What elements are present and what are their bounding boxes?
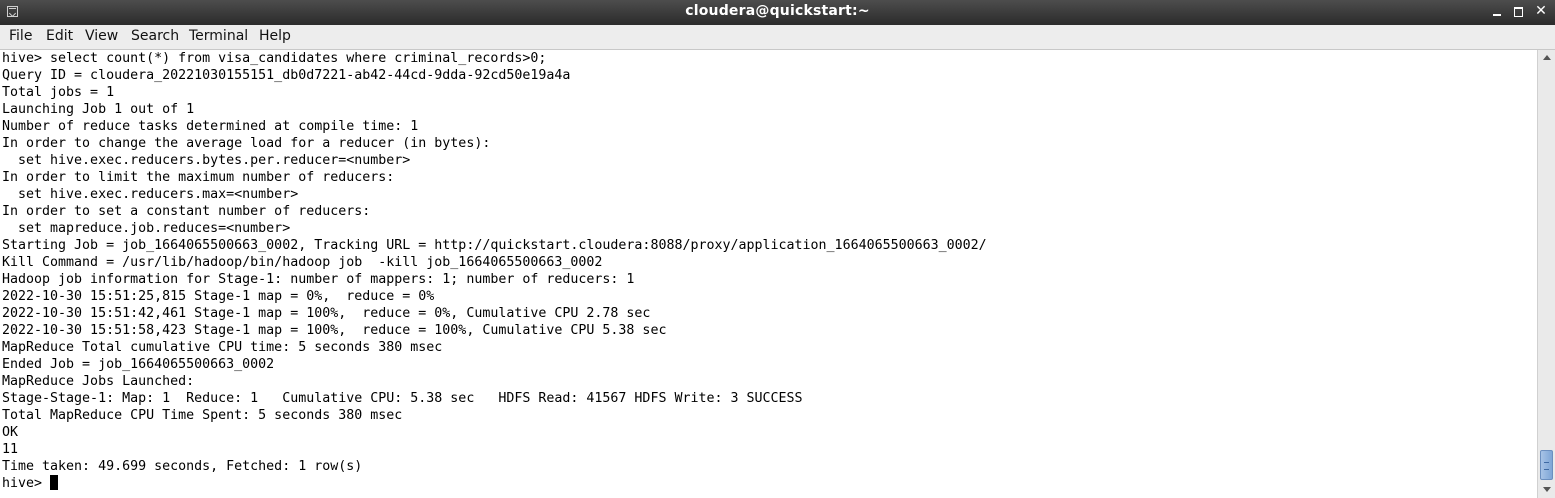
terminal-line: MapReduce Total cumulative CPU time: 5 s… bbox=[2, 340, 443, 355]
terminal-line: 2022-10-30 15:51:25,815 Stage-1 map = 0%… bbox=[2, 289, 435, 304]
prompt-line[interactable]: hive> bbox=[2, 475, 1537, 492]
terminal-line: 2022-10-30 15:51:42,461 Stage-1 map = 10… bbox=[2, 306, 651, 321]
terminal-line: In order to change the average load for … bbox=[2, 136, 491, 151]
menu-file[interactable]: File bbox=[9, 28, 32, 44]
terminal-line: Ended Job = job_1664065500663_0002 bbox=[2, 357, 275, 372]
vertical-scrollbar[interactable] bbox=[1537, 50, 1555, 498]
terminal-line: set mapreduce.job.reduces=<number> bbox=[2, 221, 291, 236]
terminal-line: Launching Job 1 out of 1 bbox=[2, 102, 195, 117]
terminal-line: Starting Job = job_1664065500663_0002, T… bbox=[2, 238, 987, 253]
terminal-line: set hive.exec.reducers.max=<number> bbox=[2, 187, 299, 202]
minimize-icon[interactable] bbox=[1490, 4, 1504, 18]
terminal-line: Total jobs = 1 bbox=[2, 85, 115, 100]
menu-edit[interactable]: Edit bbox=[46, 28, 73, 44]
close-icon[interactable]: ✕ bbox=[1534, 4, 1548, 18]
terminal-window: cloudera@quickstart:~ ✕ File Edit View S… bbox=[0, 0, 1555, 498]
window-title: cloudera@quickstart:~ bbox=[685, 3, 870, 19]
terminal-output[interactable]: hive> select count(*) from visa_candidat… bbox=[0, 50, 1537, 498]
scrollbar-thumb[interactable] bbox=[1540, 450, 1553, 480]
title-bar[interactable]: cloudera@quickstart:~ ✕ bbox=[0, 0, 1555, 25]
terminal-line: Kill Command = /usr/lib/hadoop/bin/hadoo… bbox=[2, 255, 603, 270]
hive-prompt: hive> bbox=[2, 476, 51, 491]
menu-view[interactable]: View bbox=[85, 28, 118, 44]
scroll-up-icon[interactable] bbox=[1540, 52, 1554, 64]
terminal-line: OK bbox=[2, 425, 19, 440]
terminal-line: Stage-Stage-1: Map: 1 Reduce: 1 Cumulati… bbox=[2, 391, 803, 406]
terminal-line: hive> select count(*) from visa_candidat… bbox=[2, 51, 547, 66]
terminal-line: 11 bbox=[2, 442, 19, 457]
menu-terminal[interactable]: Terminal bbox=[189, 28, 248, 44]
menu-search[interactable]: Search bbox=[131, 28, 179, 44]
terminal-line: MapReduce Jobs Launched: bbox=[2, 374, 195, 389]
terminal-line: Total MapReduce CPU Time Spent: 5 second… bbox=[2, 408, 403, 423]
terminal-line: 2022-10-30 15:51:58,423 Stage-1 map = 10… bbox=[2, 323, 667, 338]
menu-help[interactable]: Help bbox=[259, 28, 291, 44]
terminal-line: Time taken: 49.699 seconds, Fetched: 1 r… bbox=[2, 459, 363, 474]
terminal-line: Number of reduce tasks determined at com… bbox=[2, 119, 419, 134]
terminal-text: hive> select count(*) from visa_candidat… bbox=[0, 50, 1537, 492]
terminal-line: Query ID = cloudera_20221030155151_db0d7… bbox=[2, 68, 571, 83]
terminal-line: In order to set a constant number of red… bbox=[2, 204, 371, 219]
text-cursor bbox=[50, 475, 59, 490]
maximize-icon[interactable] bbox=[1512, 4, 1526, 18]
terminal-line: In order to limit the maximum number of … bbox=[2, 170, 395, 185]
terminal-line: set hive.exec.reducers.bytes.per.reducer… bbox=[2, 153, 411, 168]
menu-bar: File Edit View Search Terminal Help bbox=[0, 25, 1555, 50]
scroll-down-icon[interactable] bbox=[1540, 484, 1554, 496]
terminal-line: Hadoop job information for Stage-1: numb… bbox=[2, 272, 635, 287]
